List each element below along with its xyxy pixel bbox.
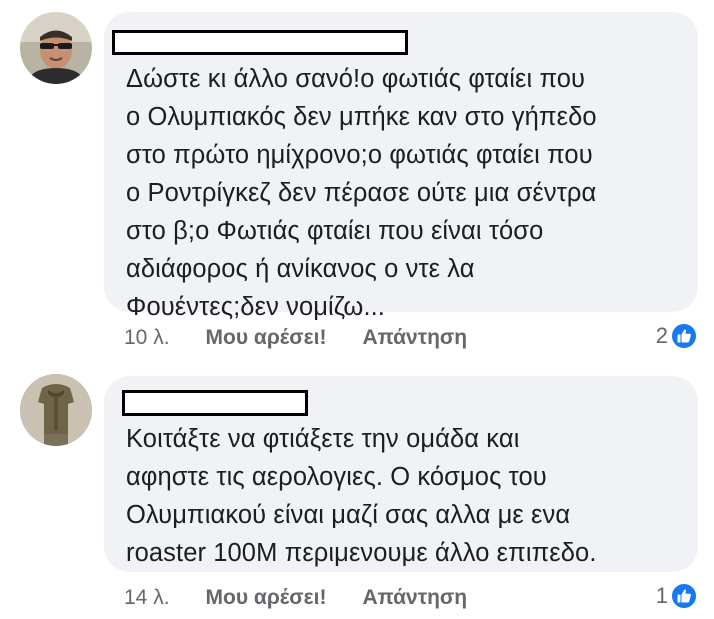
user-avatar[interactable] bbox=[20, 374, 92, 446]
comment-line: Ολυμπιακού είναι μαζί σας αλλα με ενα bbox=[126, 501, 571, 529]
user-avatar[interactable] bbox=[20, 12, 92, 84]
like-button[interactable]: Μου αρέσει! bbox=[206, 326, 327, 350]
like-icon bbox=[670, 322, 698, 350]
comment-actions: 10 λ. Μου αρέσει! Απάντηση bbox=[124, 323, 467, 353]
comment-line: Κοιτάξτε να φτιάξετε την ομάδα και bbox=[126, 425, 520, 453]
comment-actions: 14 λ. Μου αρέσει! Απάντηση bbox=[124, 583, 467, 613]
reply-button[interactable]: Απάντηση bbox=[362, 326, 467, 350]
comment-timestamp[interactable]: 14 λ. bbox=[124, 586, 170, 610]
reaction-count: 1 bbox=[655, 583, 668, 608]
comment-line: roaster 100M περιμενουμε άλλο επιπεδο. bbox=[126, 539, 597, 567]
comment-2: Κοιτάξτε να φτιάξετε την ομάδα και αφηστ… bbox=[0, 360, 714, 619]
comment-line: αφηστε τις αερολογιες. Ο κόσμος του bbox=[126, 463, 547, 491]
comment-line: Φουέντες;δεν νομίζω... bbox=[126, 293, 385, 321]
comment-bubble: Δώστε κι άλλο σανό!ο φωτιάς φταίει που ο… bbox=[104, 12, 698, 321]
reaction-summary[interactable]: 2 bbox=[656, 321, 698, 351]
comment-line: ο Ολυμπιακός δεν μπήκε καν στο γήπεδο bbox=[126, 103, 597, 131]
comment-line: στο πρώτο ημίχρονο;ο φωτιάς φταίει που bbox=[126, 141, 593, 169]
comment-timestamp[interactable]: 10 λ. bbox=[124, 326, 170, 350]
reaction-count: 2 bbox=[655, 323, 668, 348]
avatar-photo bbox=[20, 374, 92, 446]
comment-text: Δώστε κι άλλο σανό!ο φωτιάς φταίει που ο… bbox=[126, 60, 597, 326]
reply-button[interactable]: Απάντηση bbox=[362, 586, 467, 610]
comment-line: αδιάφορος ή ανίκανος ο ντε λα bbox=[126, 255, 475, 283]
comment-line: ο Ροντρίγκεζ δεν πέρασε ούτε μια σέντρα bbox=[126, 179, 597, 207]
like-button[interactable]: Μου αρέσει! bbox=[206, 586, 327, 610]
redacted-author-name bbox=[112, 30, 408, 55]
redacted-author-name bbox=[122, 390, 308, 416]
comment-1: Δώστε κι άλλο σανό!ο φωτιάς φταίει που ο… bbox=[0, 0, 714, 360]
avatar-photo bbox=[20, 12, 92, 84]
comment-bubble: Κοιτάξτε να φτιάξετε την ομάδα και αφηστ… bbox=[104, 376, 698, 572]
comment-line: στο β;ο Φωτιάς φταίει που είναι τόσο bbox=[126, 217, 544, 245]
like-icon bbox=[670, 582, 698, 610]
comment-line: Δώστε κι άλλο σανό!ο φωτιάς φταίει που bbox=[126, 65, 586, 93]
comment-text: Κοιτάξτε να φτιάξετε την ομάδα και αφηστ… bbox=[126, 420, 597, 572]
reaction-summary[interactable]: 1 bbox=[656, 581, 698, 611]
